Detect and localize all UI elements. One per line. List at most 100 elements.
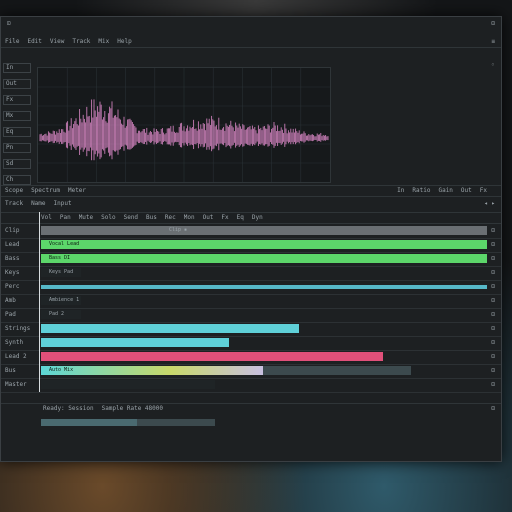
track-row[interactable]: Amb Ambience 1 ⊡ — [1, 294, 501, 309]
col-out[interactable]: Out — [203, 214, 214, 222]
ctl-gain[interactable]: Gain — [438, 187, 452, 195]
track-name: Pad — [5, 311, 16, 318]
track-row[interactable]: Pad Pad 2 ⊡ — [1, 308, 501, 323]
tracks-header: Track Name Input ◂ ▸ — [1, 199, 501, 209]
column-ruler: Vol Pan Mute Solo Send Bus Rec Mon Out F… — [1, 212, 501, 224]
track-clip-label: Pad 2 — [49, 311, 65, 317]
menu-view[interactable]: View — [50, 38, 64, 46]
track-name: Lead 2 — [5, 353, 27, 360]
menu-edit[interactable]: Edit — [27, 38, 41, 46]
col-mon[interactable]: Mon — [184, 214, 195, 222]
side-panel: In Out Fx Mx Eq Pn Sd Ch — [3, 63, 31, 191]
ctl-fx[interactable]: Fx — [480, 187, 487, 195]
daw-window: ⊡ ⊡ File Edit View Track Mix Help ≡ In O… — [0, 16, 502, 462]
ctl-out[interactable]: Out — [461, 187, 472, 195]
scope-corner-icon[interactable]: ◦ — [491, 61, 495, 69]
track-settings-icon[interactable]: ⊡ — [491, 339, 495, 347]
track-clip-label: Clip ▪ — [169, 227, 188, 233]
track-settings-icon[interactable]: ⊡ — [491, 367, 495, 375]
track-settings-icon[interactable]: ⊡ — [491, 325, 495, 333]
track-lane[interactable] — [41, 254, 487, 263]
col-input: Input — [53, 200, 72, 207]
col-name: Name — [31, 200, 46, 207]
side-item-sd[interactable]: Sd — [3, 159, 31, 169]
track-settings-icon[interactable]: ⊡ — [491, 241, 495, 249]
track-lane[interactable] — [41, 324, 299, 333]
side-item-in[interactable]: In — [3, 63, 31, 73]
track-row[interactable]: Master ⊡ — [1, 378, 501, 393]
window-close-icon[interactable]: ⊡ — [491, 20, 495, 28]
side-item-out[interactable]: Out — [3, 79, 31, 89]
track-row[interactable]: Synth ⊡ — [1, 336, 501, 351]
track-lane[interactable] — [41, 366, 411, 375]
track-lane[interactable] — [41, 352, 383, 361]
status-left: Ready: Session — [43, 405, 94, 412]
menu-track[interactable]: Track — [72, 38, 90, 46]
side-item-ch[interactable]: Ch — [3, 175, 31, 185]
track-clip-label: Keys Pad — [49, 269, 74, 275]
col-mute[interactable]: Mute — [79, 214, 93, 222]
waveform-scope[interactable] — [37, 67, 331, 183]
track-row[interactable]: Bass Bass DI ⊡ — [1, 252, 501, 267]
track-lane[interactable] — [41, 240, 487, 249]
track-lane-label: Bass DI — [49, 255, 71, 261]
side-item-fx[interactable]: Fx — [3, 95, 31, 105]
track-row[interactable]: Bus Auto Mix ⊡ — [1, 364, 501, 379]
col-send[interactable]: Send — [124, 214, 138, 222]
track-name: Strings — [5, 325, 31, 332]
tab-scope[interactable]: Scope — [5, 187, 23, 195]
track-settings-icon[interactable]: ⊡ — [491, 255, 495, 263]
track-name: Bus — [5, 367, 16, 374]
status-icon[interactable]: ⊡ — [491, 405, 495, 413]
track-lane[interactable] — [41, 285, 487, 289]
track-row[interactable]: Strings ⊡ — [1, 322, 501, 337]
tab-meter[interactable]: Meter — [68, 187, 86, 195]
track-row[interactable]: Lead Vocal Lead ⊡ — [1, 238, 501, 253]
side-item-mx[interactable]: Mx — [3, 111, 31, 121]
track-settings-icon[interactable]: ⊡ — [491, 269, 495, 277]
col-fx[interactable]: Fx — [221, 214, 228, 222]
menu-mix[interactable]: Mix — [98, 38, 109, 46]
track-row[interactable]: Keys Keys Pad ⊡ — [1, 266, 501, 281]
track-lane[interactable] — [41, 380, 215, 389]
menu-file[interactable]: File — [5, 38, 19, 46]
track-row[interactable]: Perc ⊡ — [1, 280, 501, 295]
track-lane-label: Vocal Lead — [49, 241, 80, 247]
track-settings-icon[interactable]: ⊡ — [491, 381, 495, 389]
ctl-in[interactable]: In — [397, 187, 404, 195]
col-dyn[interactable]: Dyn — [252, 214, 263, 222]
render-progress — [41, 419, 215, 426]
menu-hamburger-icon[interactable]: ≡ — [491, 38, 495, 46]
track-name: Amb — [5, 297, 16, 304]
track-name: Synth — [5, 339, 24, 346]
tab-spectrum[interactable]: Spectrum — [31, 187, 60, 195]
side-item-eq[interactable]: Eq — [3, 127, 31, 137]
col-bus[interactable]: Bus — [146, 214, 157, 222]
col-vol[interactable]: Vol — [41, 214, 52, 222]
menu-help[interactable]: Help — [117, 38, 131, 46]
track-lane-label: Auto Mix — [49, 367, 74, 373]
col-eq[interactable]: Eq — [237, 214, 244, 222]
col-pan[interactable]: Pan — [60, 214, 71, 222]
track-lane[interactable] — [41, 338, 229, 347]
track-name: Lead — [5, 241, 20, 248]
track-settings-icon[interactable]: ⊡ — [491, 297, 495, 305]
track-row[interactable]: Lead 2 ⊡ — [1, 350, 501, 365]
track-name: Master — [5, 381, 27, 388]
render-progress-fill — [41, 419, 137, 426]
ctl-ratio[interactable]: Ratio — [412, 187, 430, 195]
track-settings-icon[interactable]: ⊡ — [491, 311, 495, 319]
nav-arrows-icon[interactable]: ◂ ▸ — [484, 200, 495, 208]
col-rec[interactable]: Rec — [165, 214, 176, 222]
track-settings-icon[interactable]: ⊡ — [491, 227, 495, 235]
window-icon[interactable]: ⊡ — [7, 20, 11, 28]
track-row[interactable]: Clip Clip ▪ ⊡ — [1, 224, 501, 239]
status-bar: Ready: Session Sample Rate 48000 ⊡ — [1, 403, 501, 414]
playhead[interactable] — [39, 212, 40, 392]
track-name: Perc — [5, 283, 20, 290]
track-lane[interactable] — [41, 226, 487, 235]
track-settings-icon[interactable]: ⊡ — [491, 353, 495, 361]
track-settings-icon[interactable]: ⊡ — [491, 283, 495, 291]
col-solo[interactable]: Solo — [101, 214, 115, 222]
side-item-pn[interactable]: Pn — [3, 143, 31, 153]
